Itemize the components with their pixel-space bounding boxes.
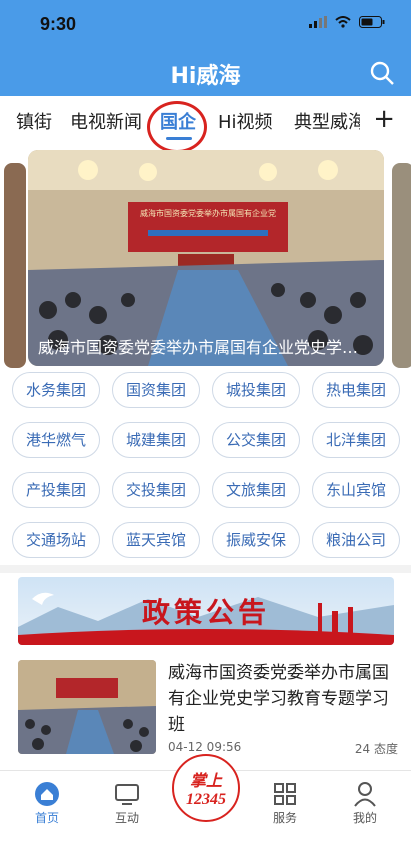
- status-bar: 9:30: [0, 14, 411, 38]
- banner-carousel[interactable]: 威海市国资委党委举办市属国有企业党史学习教育专题学习班 威海市国资委党委举办市属…: [28, 150, 384, 366]
- nav-home-label: 首页: [34, 811, 59, 825]
- group-button[interactable]: 国资集团: [112, 372, 200, 408]
- tab-typical-weihai[interactable]: 典型威海: [294, 108, 360, 134]
- group-button[interactable]: 交通场站: [12, 522, 100, 558]
- group-button[interactable]: 公交集团: [212, 422, 300, 458]
- news-title: 威海市国资委党委举办市属国有企业党史学习教育专题学习班: [168, 663, 389, 735]
- group-button[interactable]: 水务集团: [12, 372, 100, 408]
- banner-caption: 威海市国资委党委举办市属国有企业党史学习教育专题学习班: [38, 338, 374, 357]
- battery-icon: [359, 16, 385, 28]
- nav-home[interactable]: 首页: [12, 779, 82, 826]
- group-button[interactable]: 文旅集团: [212, 472, 300, 508]
- policy-title: 政策公告: [141, 596, 270, 629]
- group-button[interactable]: 粮油公司: [312, 522, 400, 558]
- group-button[interactable]: 振威安保: [212, 522, 300, 558]
- tab-tv-news[interactable]: 电视新闻: [70, 108, 142, 134]
- news-date: 04-12 09:56: [168, 740, 242, 754]
- user-icon: [354, 782, 376, 807]
- nav-interact[interactable]: 互动: [92, 779, 162, 826]
- hotline-12345-button[interactable]: 掌上 12345: [172, 754, 240, 822]
- nav-service-label: 服务: [272, 811, 297, 825]
- group-button[interactable]: 北洋集团: [312, 422, 400, 458]
- group-button[interactable]: 产投集团: [12, 472, 100, 508]
- group-button[interactable]: 热电集团: [312, 372, 400, 408]
- group-button[interactable]: 港华燃气: [12, 422, 100, 458]
- news-attitude-count: 24 态度: [354, 742, 398, 756]
- app-title: Hi威海: [170, 64, 241, 89]
- group-button[interactable]: 交投集团: [112, 472, 200, 508]
- grid-icon: [274, 783, 296, 805]
- carousel-prev-card[interactable]: [4, 163, 26, 368]
- nav-mine[interactable]: 我的: [330, 779, 400, 826]
- status-time: 9:30: [40, 14, 77, 34]
- group-button[interactable]: 城建集团: [112, 422, 200, 458]
- highlight-circle: [147, 101, 207, 153]
- news-thumbnail: [18, 660, 156, 754]
- group-button[interactable]: 城投集团: [212, 372, 300, 408]
- status-icons: [309, 16, 385, 28]
- group-button[interactable]: 蓝天宾馆: [112, 522, 200, 558]
- carousel-next-card[interactable]: [392, 163, 411, 368]
- wifi-icon: [335, 16, 351, 28]
- hotline-label-number: 12345: [186, 791, 226, 808]
- signal-icon: [309, 16, 327, 28]
- search-icon[interactable]: [369, 60, 395, 86]
- hotline-label-top: 掌上: [189, 771, 222, 790]
- tab-hi-video[interactable]: Hi视频: [218, 108, 273, 134]
- section-divider: [0, 565, 411, 573]
- news-item[interactable]: 威海市国资委党委举办市属国有企业党史学习教育专题学习班 04-12 09:56 …: [18, 660, 398, 756]
- add-tab-button[interactable]: +: [373, 104, 395, 134]
- banner-photo-text: 威海市国资委党委举办市属国有企业党史学习教育专题学习班: [140, 209, 276, 218]
- home-icon: [35, 782, 59, 806]
- nav-mine-label: 我的: [352, 811, 377, 825]
- nav-interact-label: 互动: [114, 811, 139, 825]
- nav-service[interactable]: 服务: [250, 779, 320, 826]
- app-header: 9:30 Hi威海: [0, 0, 411, 96]
- policy-banner[interactable]: 政策公告: [18, 577, 394, 645]
- group-button[interactable]: 东山宾馆: [312, 472, 400, 508]
- tab-town[interactable]: 镇街: [16, 108, 52, 134]
- tv-icon: [115, 784, 139, 805]
